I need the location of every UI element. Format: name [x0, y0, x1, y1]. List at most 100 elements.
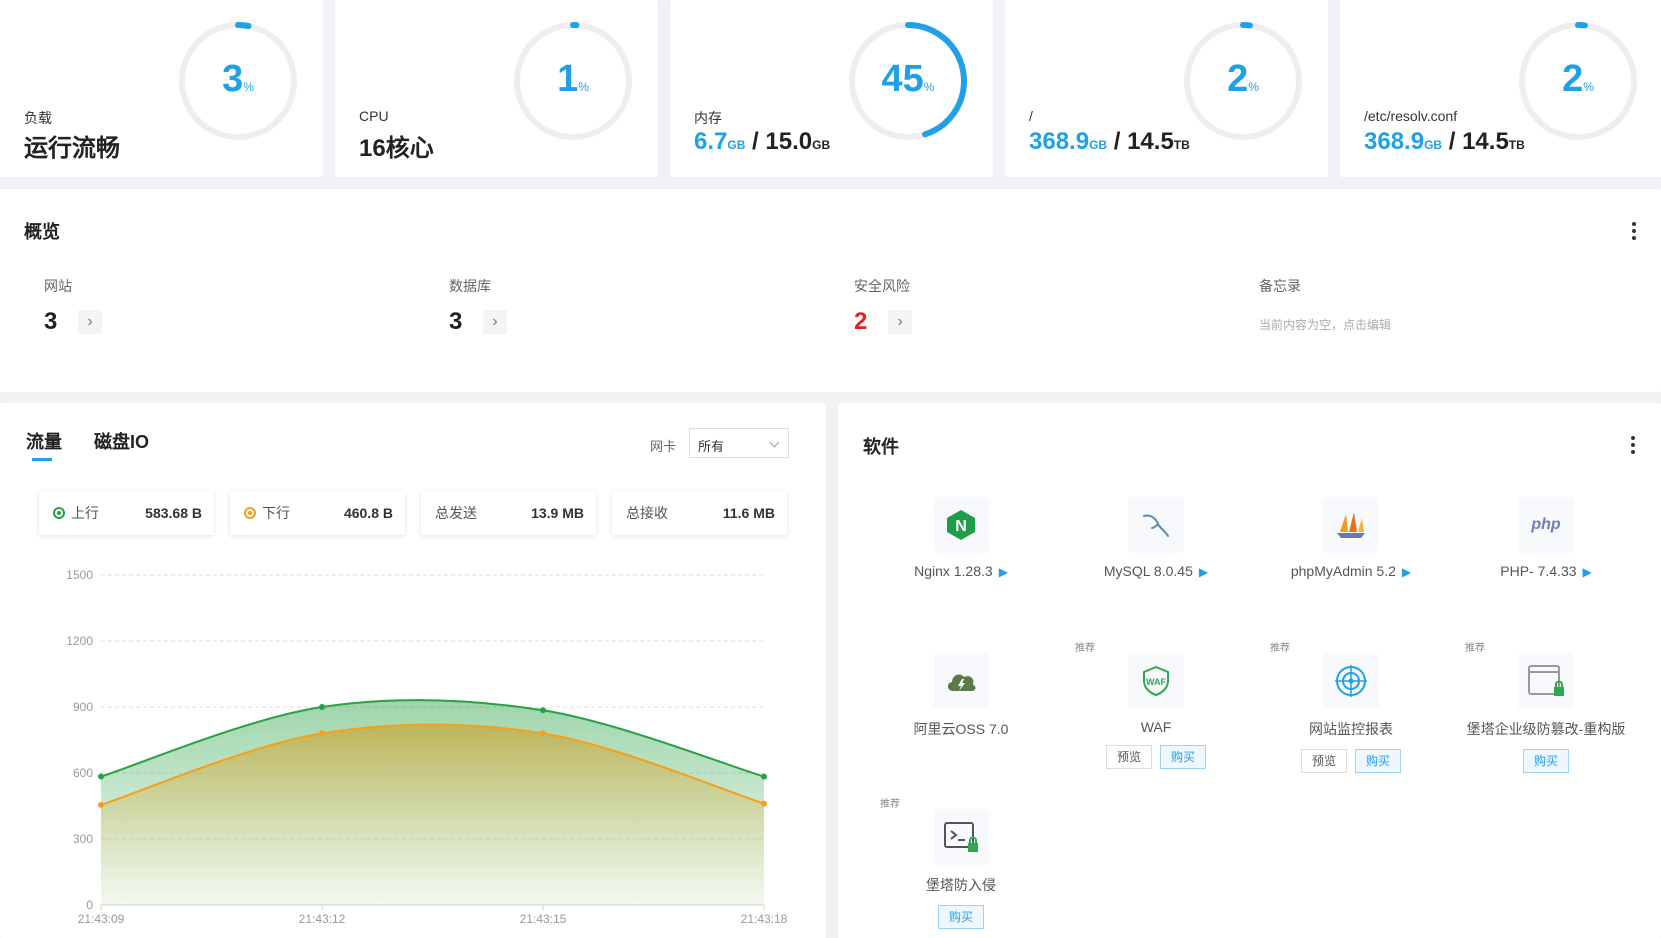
play-icon[interactable]: ▶: [1199, 565, 1208, 579]
chevron-right-icon[interactable]: ›: [483, 310, 507, 334]
memory-percent: 45: [881, 58, 924, 100]
load-label: 负载: [24, 110, 52, 126]
waf-shield-icon: WAF: [1128, 653, 1184, 709]
upload-data-point: [761, 773, 767, 780]
memory-usage: 6.7GB / 15.0GB: [694, 128, 831, 155]
upload-data-point: [540, 707, 546, 714]
software-title: 软件: [863, 437, 899, 457]
disk-resolv-percent: 2: [1562, 58, 1584, 100]
memo-placeholder[interactable]: 当前内容为空，点击编辑: [1259, 316, 1391, 333]
recommend-badge: 推荐: [1465, 643, 1485, 654]
stat-card-load[interactable]: 3% 负载 运行流畅: [0, 0, 323, 177]
tab-disk-io[interactable]: 磁盘IO: [94, 428, 149, 454]
total-sent-stat: 总发送 13.9 MB: [421, 491, 596, 535]
software-nginx[interactable]: N Nginx 1.28.3 ▶: [866, 497, 1056, 579]
overview-websites[interactable]: 网站 3 ›: [44, 276, 102, 336]
overview-panel: [0, 189, 1661, 392]
x-tick-label: 21:43:12: [299, 912, 346, 926]
nic-label: 网卡: [650, 439, 677, 454]
radar-icon: [1323, 653, 1379, 709]
tamper-proof-buy-button[interactable]: 购买: [1522, 749, 1569, 773]
software-site-monitor[interactable]: 网站监控报表 预览 购买: [1256, 653, 1446, 773]
disk-root-usage: 368.9GB / 14.5TB: [1029, 128, 1190, 155]
disk-root-label: /: [1029, 108, 1033, 124]
upload-stat: 上行 583.68 B: [39, 491, 214, 535]
play-icon[interactable]: ▶: [1402, 565, 1411, 579]
stat-card-disk-resolv[interactable]: 2% /etc/resolv.conf 368.9GB / 14.5TB: [1340, 0, 1661, 177]
security-risks-count: 2: [854, 308, 868, 335]
x-tick-label: 21:43:18: [741, 912, 788, 926]
load-percent: 3: [222, 58, 244, 100]
active-tab-indicator: [32, 458, 52, 461]
nic-select[interactable]: 所有: [689, 428, 789, 458]
nginx-icon: N: [933, 497, 989, 553]
x-tick-label: 21:43:15: [520, 912, 567, 926]
y-tick-label: 1500: [66, 568, 93, 582]
stat-card-memory[interactable]: 45% 内存 6.7GB / 15.0GB: [670, 0, 993, 177]
site-monitor-buy-button[interactable]: 购买: [1355, 749, 1402, 773]
waf-buy-button[interactable]: 购买: [1160, 745, 1207, 769]
overview-more-icon[interactable]: [1632, 222, 1636, 243]
chevron-right-icon[interactable]: ›: [78, 310, 102, 334]
cloud-icon: [933, 653, 989, 709]
download-stat: 下行 460.8 B: [230, 491, 405, 535]
software-more-icon[interactable]: [1631, 436, 1635, 457]
download-dot-icon: [244, 507, 256, 519]
play-icon[interactable]: ▶: [999, 565, 1008, 579]
download-data-point: [98, 801, 104, 808]
disk-resolv-label: /etc/resolv.conf: [1364, 108, 1458, 124]
software-aliyun-oss[interactable]: 阿里云OSS 7.0: [866, 653, 1056, 739]
stat-card-cpu[interactable]: 1% CPU 16核心: [335, 0, 658, 177]
overview-databases[interactable]: 数据库 3 ›: [449, 276, 507, 336]
tab-traffic[interactable]: 流量: [26, 428, 62, 454]
php-icon: php: [1518, 497, 1574, 553]
load-gauge: 3%: [177, 20, 299, 142]
recommend-badge: 推荐: [880, 799, 900, 810]
cpu-label: CPU: [359, 108, 389, 124]
chevron-right-icon[interactable]: ›: [888, 310, 912, 334]
upload-data-point: [319, 704, 325, 710]
x-tick-label: 21:43:09: [78, 912, 125, 926]
memory-gauge: 45%: [847, 20, 969, 142]
traffic-chart: 0 300 600 900 1200 1500 21:43:09 21:43:12 21:43:…: [66, 568, 788, 926]
disk-resolv-usage: 368.9GB / 14.5TB: [1364, 128, 1525, 155]
disk-root-percent: 2: [1227, 58, 1249, 100]
download-data-point: [540, 730, 546, 737]
overview-security-risks[interactable]: 安全风险 2 ›: [854, 276, 912, 336]
stat-card-disk-root[interactable]: 2% / 368.9GB / 14.5TB: [1005, 0, 1328, 177]
y-tick-label: 1200: [66, 634, 93, 648]
overview-memo[interactable]: 备忘录 当前内容为空，点击编辑: [1259, 276, 1391, 333]
software-tamper-proof[interactable]: 堡塔企业级防篡改-重构版 购买: [1451, 653, 1641, 773]
websites-count: 3: [44, 308, 58, 335]
site-monitor-preview-button[interactable]: 预览: [1300, 749, 1347, 773]
upload-dot-icon: [53, 507, 65, 519]
mysql-icon: [1128, 497, 1184, 553]
intrusion-prevention-buy-button[interactable]: 购买: [937, 905, 984, 929]
y-tick-label: 900: [73, 700, 93, 714]
y-tick-label: 300: [73, 832, 93, 846]
disk-root-gauge: 2%: [1182, 20, 1304, 142]
software-phpmyadmin[interactable]: phpMyAdmin 5.2 ▶: [1256, 497, 1446, 579]
memory-label: 内存: [694, 110, 722, 126]
play-icon[interactable]: ▶: [1583, 565, 1592, 579]
disk-resolv-gauge: 2%: [1517, 20, 1639, 142]
y-tick-label: 600: [73, 766, 93, 780]
cpu-gauge: 1%: [512, 20, 634, 142]
software-waf[interactable]: WAF WAF 预览 购买: [1061, 653, 1251, 769]
total-received-stat: 总接收 11.6 MB: [612, 491, 787, 535]
locked-window-icon: [1518, 653, 1574, 709]
overview-title: 概览: [24, 222, 60, 242]
waf-preview-button[interactable]: 预览: [1105, 745, 1152, 769]
chevron-down-icon: [769, 437, 780, 448]
databases-count: 3: [449, 308, 463, 335]
terminal-lock-icon: [933, 809, 989, 865]
svg-text:WAF: WAF: [1146, 677, 1166, 687]
phpmyadmin-icon: [1323, 497, 1379, 553]
software-intrusion-prevention[interactable]: 堡塔防入侵 购买: [866, 809, 1056, 929]
upload-data-point: [98, 773, 104, 780]
software-mysql[interactable]: MySQL 8.0.45 ▶: [1061, 497, 1251, 579]
software-php[interactable]: php PHP- 7.4.33 ▶: [1451, 497, 1641, 579]
cpu-cores: 16核心: [359, 135, 434, 162]
y-tick-label: 0: [86, 898, 93, 912]
cpu-percent: 1: [557, 58, 579, 100]
